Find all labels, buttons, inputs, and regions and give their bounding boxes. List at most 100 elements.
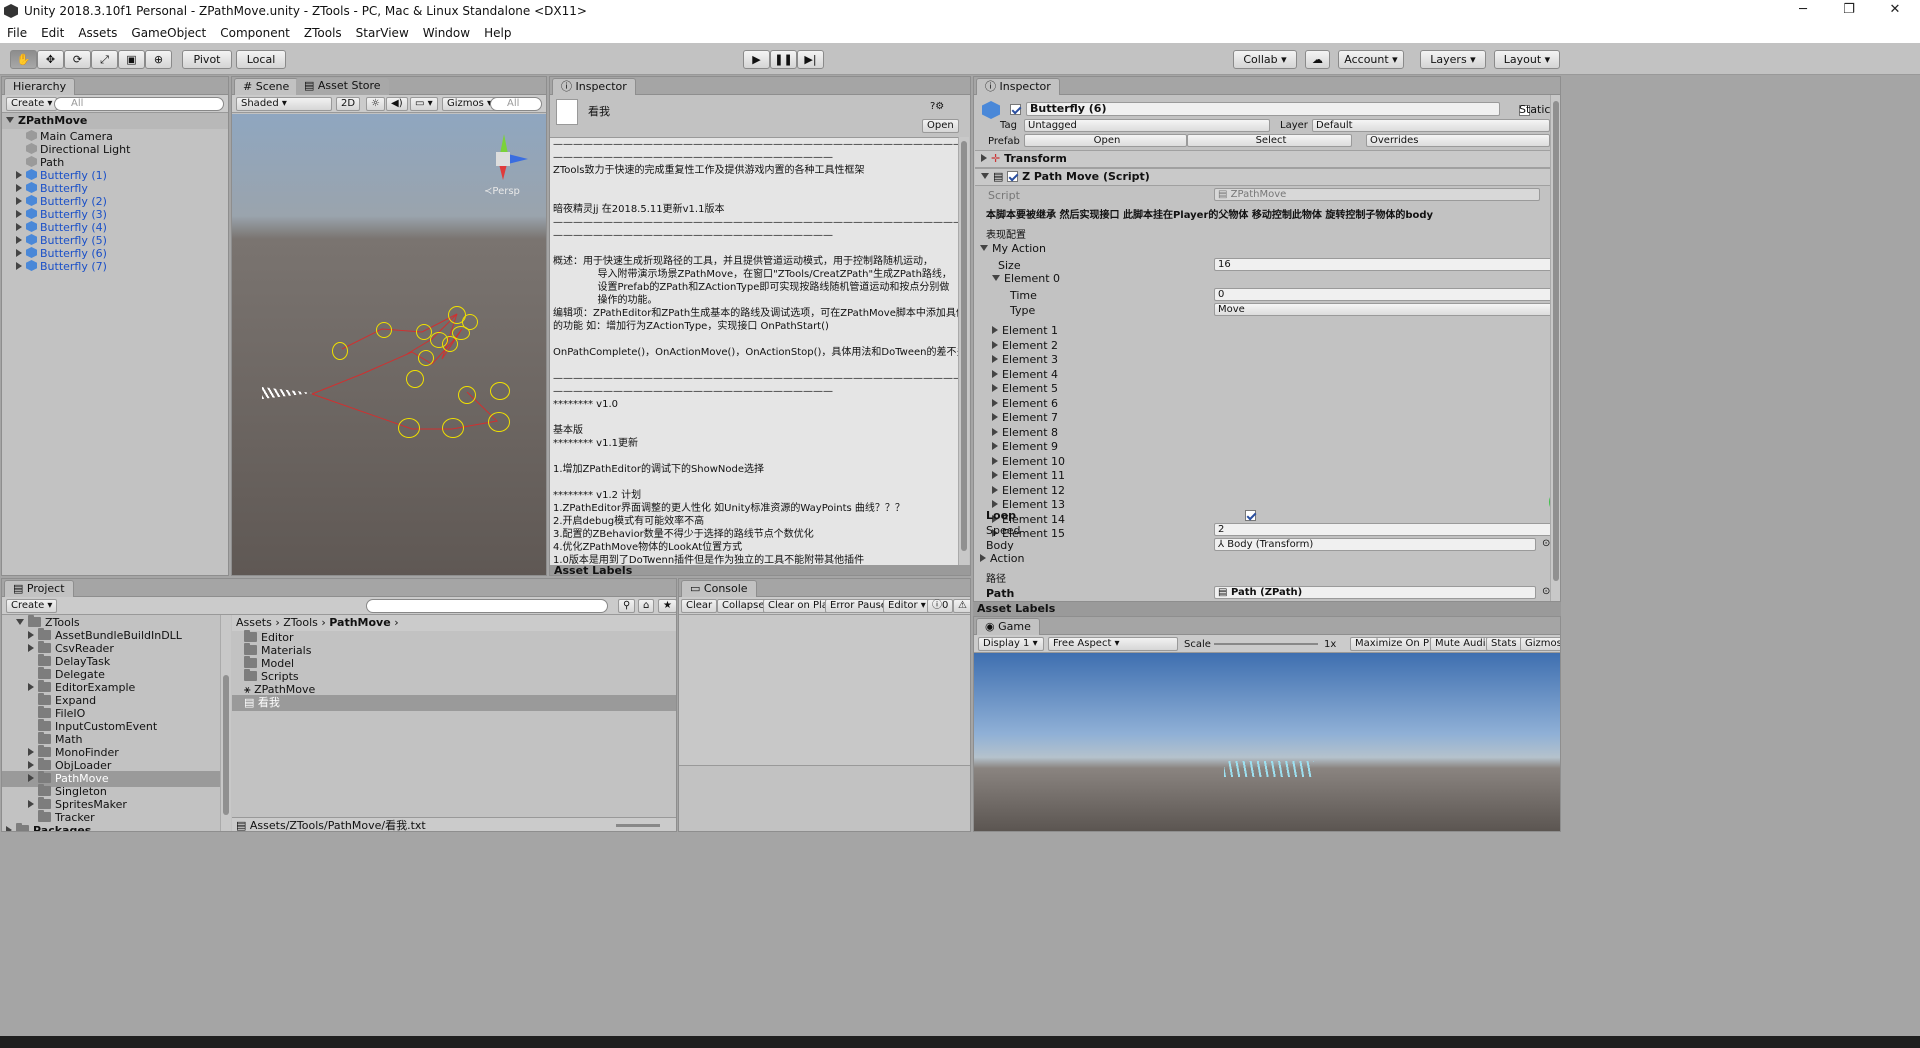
menu-edit[interactable]: Edit xyxy=(34,26,71,40)
zoom-slider[interactable] xyxy=(616,824,660,827)
tab-inspector-main[interactable]: ⓘ Inspector xyxy=(976,78,1060,95)
move-tool-button[interactable]: ✥ xyxy=(37,50,64,69)
open-button[interactable]: Open xyxy=(922,119,959,133)
menu-gameobject[interactable]: GameObject xyxy=(124,26,213,40)
path-node[interactable] xyxy=(332,342,348,360)
perspective-label[interactable]: ≺Persp xyxy=(484,186,520,197)
aspect-dropdown[interactable]: Free Aspect ▾ xyxy=(1048,637,1178,651)
tree-scrollbar[interactable] xyxy=(220,615,231,831)
list-item[interactable]: Butterfly (7) xyxy=(2,259,228,275)
tab-asset-store[interactable]: ▤ Asset Store xyxy=(296,78,389,95)
close-button[interactable]: ✕ xyxy=(1872,0,1918,22)
object-name-input[interactable]: Butterfly (6) xyxy=(1026,102,1500,116)
script-enabled-checkbox[interactable] xyxy=(1007,171,1019,182)
gizmos-dropdown[interactable]: Gizmos ▾ xyxy=(442,97,498,111)
menu-starview[interactable]: StarView xyxy=(349,26,416,40)
account-dropdown[interactable]: Account ▾ xyxy=(1338,50,1404,69)
type-dropdown[interactable]: Move xyxy=(1214,303,1552,316)
hierarchy-search-input[interactable]: All xyxy=(54,97,224,111)
tab-inspector[interactable]: ⓘ Inspector xyxy=(552,78,636,95)
tag-dropdown[interactable]: Untagged xyxy=(1024,119,1270,132)
menu-help[interactable]: Help xyxy=(477,26,518,40)
menu-ztools[interactable]: ZTools xyxy=(297,26,349,40)
menu-window[interactable]: Window xyxy=(416,26,477,40)
rotate-tool-button[interactable]: ⟳ xyxy=(64,50,91,69)
y-axis-cone[interactable] xyxy=(500,134,508,154)
console-warning-toggle[interactable]: ⚠ xyxy=(953,599,970,613)
console-collapse-button[interactable]: Collapse xyxy=(717,599,770,613)
layout-dropdown[interactable]: Layout ▾ xyxy=(1494,50,1560,69)
lighting-toggle[interactable]: ☼ xyxy=(366,97,385,111)
inspector-scrollbar[interactable] xyxy=(1550,95,1560,601)
scene-root-row[interactable]: ZPathMove xyxy=(2,113,228,129)
path-node[interactable] xyxy=(418,350,434,366)
local-toggle[interactable]: Local xyxy=(236,50,286,69)
project-search-input[interactable] xyxy=(366,599,608,613)
transform-component-header[interactable]: ✛ Transform xyxy=(975,150,1559,168)
scene-search-input[interactable]: All xyxy=(490,97,542,111)
speed-input[interactable]: 2 xyxy=(1214,523,1552,536)
time-input[interactable]: 0 xyxy=(1214,288,1552,301)
menu-assets[interactable]: Assets xyxy=(71,26,124,40)
filter-label-button[interactable]: ⌂ xyxy=(638,599,655,613)
pause-button[interactable]: ❚❚ xyxy=(770,50,797,69)
scene-viewport[interactable]: ≺Persp xyxy=(232,114,546,575)
prefab-select-button[interactable]: Select xyxy=(1187,134,1352,147)
active-checkbox[interactable] xyxy=(1010,104,1021,115)
path-node[interactable] xyxy=(406,370,424,388)
console-error-pause-button[interactable]: Error Pause xyxy=(825,599,892,613)
scroll-thumb[interactable] xyxy=(1553,101,1559,581)
path-node[interactable] xyxy=(458,386,476,404)
filter-type-button[interactable]: ⚲ xyxy=(618,599,636,613)
stats-toggle[interactable]: Stats xyxy=(1486,637,1522,651)
console-clear-button[interactable]: Clear xyxy=(681,599,718,613)
path-node[interactable] xyxy=(442,418,464,438)
step-button[interactable]: ▶| xyxy=(797,50,824,69)
2d-toggle[interactable]: 2D xyxy=(336,97,361,111)
console-log-area[interactable] xyxy=(679,615,970,765)
size-input[interactable]: 16 xyxy=(1214,258,1552,271)
prefab-open-button[interactable]: Open xyxy=(1024,134,1187,147)
tab-scene[interactable]: # Scene xyxy=(234,78,299,95)
rect-tool-button[interactable]: ▣ xyxy=(118,50,145,69)
menu-component[interactable]: Component xyxy=(213,26,297,40)
game-gizmos-dropdown[interactable]: Gizmos xyxy=(1520,637,1560,651)
element-0-foldout[interactable]: Element 0 xyxy=(974,271,1560,287)
breadcrumb-item[interactable]: ZTools xyxy=(283,616,318,629)
layer-dropdown[interactable]: Default xyxy=(1312,119,1550,132)
text-scrollbar[interactable] xyxy=(958,137,969,565)
pivot-toggle[interactable]: Pivot xyxy=(182,50,232,69)
shading-dropdown[interactable]: Shaded ▾ xyxy=(236,97,332,111)
hierarchy-create-button[interactable]: Create ▾ xyxy=(6,97,58,111)
maximize-button[interactable]: ❐ xyxy=(1826,0,1872,22)
path-node[interactable] xyxy=(398,418,420,438)
scale-slider[interactable] xyxy=(1214,643,1318,645)
breadcrumb-item[interactable]: Assets xyxy=(236,616,272,629)
path-node[interactable] xyxy=(488,412,510,432)
cloud-button[interactable]: ☁ xyxy=(1305,50,1330,69)
tab-console[interactable]: ▭ Console xyxy=(681,580,757,597)
tab-game[interactable]: ◉ Game xyxy=(976,618,1040,635)
path-node[interactable] xyxy=(490,382,510,400)
loop-checkbox[interactable] xyxy=(1245,510,1256,521)
console-info-count[interactable]: ⓘ0 xyxy=(927,599,954,613)
project-create-button[interactable]: Create ▾ xyxy=(6,599,58,613)
layers-dropdown[interactable]: Layers ▾ xyxy=(1420,50,1486,69)
my-action-foldout[interactable]: My Action xyxy=(974,241,1560,257)
prefab-overrides-dropdown[interactable]: Overrides xyxy=(1366,134,1550,147)
help-icon[interactable]: ?⚙ xyxy=(930,101,944,112)
file-item-selected[interactable]: ▤ 看我 xyxy=(232,695,676,711)
path-object-field[interactable]: ▤ Path (ZPath) xyxy=(1214,586,1536,599)
tree-packages[interactable]: Packages xyxy=(2,823,220,831)
console-editor-dropdown[interactable]: Editor ▾ xyxy=(883,599,931,613)
menu-file[interactable]: File xyxy=(0,26,34,40)
tab-project[interactable]: ▤ Project xyxy=(4,580,74,597)
display-dropdown[interactable]: Display 1 ▾ xyxy=(978,637,1044,651)
body-object-field[interactable]: ⅄ Body (Transform) xyxy=(1214,538,1536,551)
path-node[interactable] xyxy=(452,326,470,340)
collab-dropdown[interactable]: Collab ▾ xyxy=(1233,50,1297,69)
favorite-button[interactable]: ★ xyxy=(658,599,676,613)
transform-tool-button[interactable]: ⊕ xyxy=(145,50,172,69)
game-viewport[interactable] xyxy=(974,653,1560,831)
hand-tool-button[interactable]: ✋ xyxy=(10,50,37,69)
